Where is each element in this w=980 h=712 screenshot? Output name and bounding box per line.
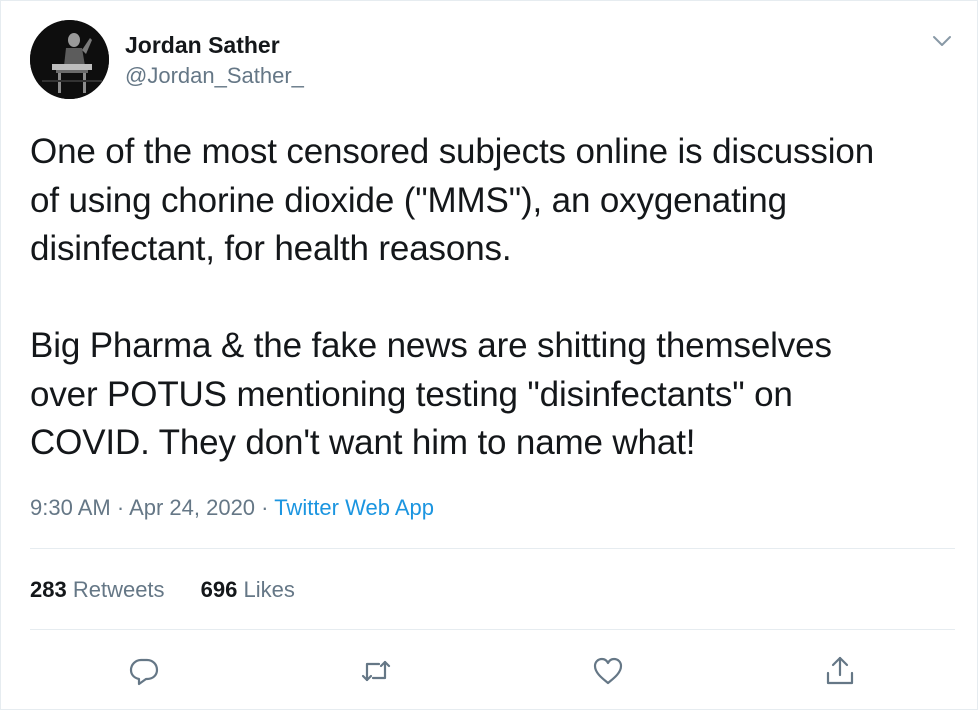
- share-icon: [826, 656, 854, 685]
- chevron-down-icon[interactable]: [929, 31, 955, 51]
- tweet-source-link[interactable]: Twitter Web App: [274, 495, 434, 520]
- reply-button[interactable]: [127, 654, 161, 688]
- divider: [30, 548, 955, 549]
- tweet-paragraph: One of the most censored subjects online…: [30, 132, 875, 268]
- display-name[interactable]: Jordan Sather: [125, 31, 280, 59]
- like-button[interactable]: [591, 654, 625, 688]
- reply-icon: [129, 658, 159, 686]
- divider: [30, 629, 955, 630]
- heart-icon: [593, 657, 623, 685]
- likes-stat[interactable]: 696 Likes: [201, 576, 295, 604]
- tweet-stats: 283 Retweets 696 Likes: [30, 576, 295, 604]
- likes-count: 696: [200, 577, 238, 602]
- avatar[interactable]: [30, 20, 109, 99]
- tweet-paragraph: Big Pharma & the fake news are shitting …: [30, 326, 832, 462]
- tweet-meta: 9:30 AM · Apr 24, 2020 · Twitter Web App: [30, 494, 434, 522]
- tweet-text: One of the most censored subjects online…: [30, 128, 965, 468]
- tweet-date[interactable]: Apr 24, 2020: [129, 495, 255, 520]
- retweet-icon: [361, 660, 391, 682]
- tweet-card: Jordan Sather @Jordan_Sather_ One of the…: [0, 0, 978, 710]
- share-button[interactable]: [823, 654, 857, 688]
- retweet-button[interactable]: [359, 654, 393, 688]
- profile-photo-icon: [30, 20, 109, 99]
- likes-label: Likes: [237, 577, 295, 602]
- user-handle[interactable]: @Jordan_Sather_: [125, 62, 304, 90]
- retweets-label: Retweets: [66, 577, 165, 602]
- retweets-count: 283: [30, 577, 67, 602]
- meta-separator: ·: [255, 495, 275, 520]
- tweet-time[interactable]: 9:30 AM: [30, 495, 111, 520]
- meta-separator: ·: [110, 495, 130, 520]
- retweets-stat[interactable]: 283 Retweets: [30, 576, 165, 604]
